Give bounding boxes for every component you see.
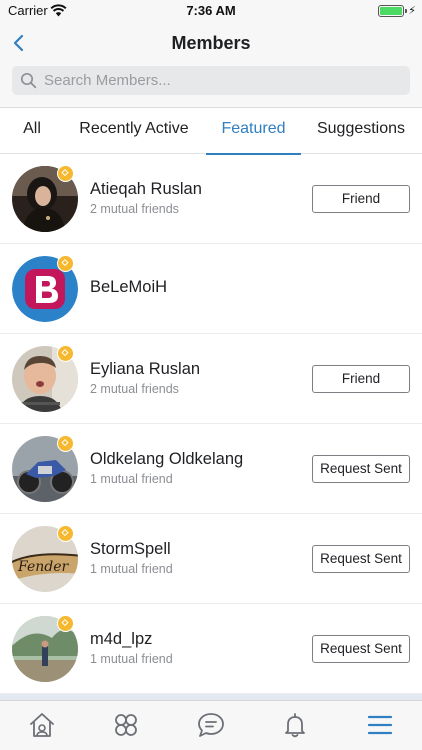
bell-icon[interactable] <box>280 711 310 739</box>
member-name[interactable]: m4d_lpz <box>90 630 152 649</box>
mutual-friends: 2 mutual friends <box>90 382 179 396</box>
member-row[interactable]: Atieqah Ruslan 2 mutual friends Friend <box>0 154 422 244</box>
battery-icon <box>378 5 407 17</box>
member-row[interactable]: m4d_lpz 1 mutual friend Request Sent <box>0 604 422 694</box>
featured-badge-icon <box>57 525 74 542</box>
mutual-friends: 2 mutual friends <box>90 202 179 216</box>
featured-badge-icon <box>57 615 74 632</box>
member-row[interactable]: BeLeMoiH <box>0 244 422 334</box>
member-name[interactable]: Oldkelang Oldkelang <box>90 450 243 469</box>
search-bar[interactable] <box>12 66 410 95</box>
filter-tabs: All Recently Active Featured Suggestions <box>0 108 422 155</box>
chat-icon[interactable] <box>196 711 226 739</box>
avatar[interactable]: Fender <box>12 525 78 592</box>
mutual-friends: 1 mutual friend <box>90 562 173 576</box>
request-sent-button[interactable]: Request Sent <box>312 635 410 663</box>
charging-bolt-icon: ⚡ <box>408 5 416 17</box>
mutual-friends: 1 mutual friend <box>90 652 173 666</box>
request-sent-button[interactable]: Request Sent <box>312 455 410 483</box>
battery-level <box>380 7 402 15</box>
member-row[interactable]: Eyliana Ruslan 2 mutual friends Friend <box>0 334 422 424</box>
avatar[interactable] <box>12 165 78 232</box>
svg-text:Fender: Fender <box>17 559 69 575</box>
search-input[interactable] <box>44 66 394 95</box>
status-bar: Carrier 7:36 AM ⚡ <box>0 0 422 22</box>
navigation-bar: Members <box>0 22 422 108</box>
avatar[interactable] <box>12 345 78 412</box>
member-row[interactable]: Fender StormSpell 1 mutual friend Reques… <box>0 514 422 604</box>
featured-badge-icon <box>57 345 74 362</box>
menu-icon[interactable] <box>365 711 395 739</box>
tab-label: Featured <box>221 120 286 137</box>
clock: 7:36 AM <box>186 3 236 18</box>
home-icon[interactable] <box>27 711 57 739</box>
tab-all[interactable]: All <box>10 108 54 154</box>
tab-label: Suggestions <box>316 120 406 137</box>
member-name[interactable]: BeLeMoiH <box>90 278 167 297</box>
featured-badge-icon <box>57 165 74 182</box>
avatar[interactable] <box>12 435 78 502</box>
tab-featured[interactable]: Featured <box>206 108 301 155</box>
avatar[interactable] <box>12 255 78 322</box>
member-name[interactable]: StormSpell <box>90 540 171 559</box>
member-name[interactable]: Atieqah Ruslan <box>90 180 202 199</box>
friend-button[interactable]: Friend <box>312 365 410 393</box>
friend-button[interactable]: Friend <box>312 185 410 213</box>
member-row[interactable]: Oldkelang Oldkelang 1 mutual friend Requ… <box>0 424 422 514</box>
featured-badge-icon <box>57 435 74 452</box>
tab-recently-active[interactable]: Recently Active <box>72 108 196 154</box>
member-name[interactable]: Eyliana Ruslan <box>90 360 200 379</box>
tab-label: All <box>23 120 41 137</box>
tab-suggestions[interactable]: Suggestions <box>310 108 412 154</box>
mutual-friends: 1 mutual friend <box>90 472 173 486</box>
groups-icon[interactable] <box>111 711 141 739</box>
tab-label: Recently Active <box>79 120 189 137</box>
featured-badge-icon <box>57 255 74 272</box>
page-title: Members <box>171 33 251 53</box>
search-icon <box>20 72 37 89</box>
request-sent-button[interactable]: Request Sent <box>312 545 410 573</box>
avatar[interactable] <box>12 615 78 682</box>
bottom-tab-bar <box>0 700 422 750</box>
member-list: Atieqah Ruslan 2 mutual friends Friend B… <box>0 154 422 694</box>
